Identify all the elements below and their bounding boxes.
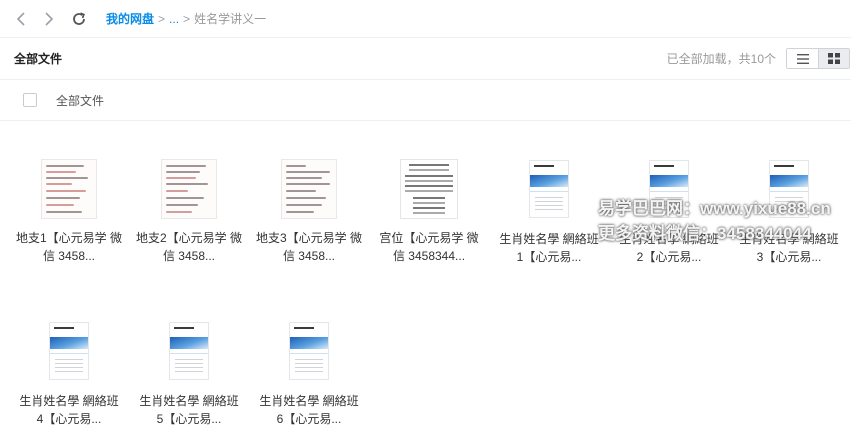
file-tile[interactable]: 生肖姓名學 網絡班 1【心元易... — [495, 157, 603, 266]
view-toggle — [786, 48, 850, 69]
list-view-button[interactable] — [787, 49, 818, 68]
handwritten-thumbnail — [157, 159, 221, 223]
select-all-label: 全部文件 — [56, 93, 105, 108]
header-controls: 已全部加载，共10个 — [667, 48, 851, 69]
slide-thumbnail — [37, 322, 101, 386]
breadcrumb-ellipsis-link[interactable]: ... — [169, 12, 179, 26]
select-all-checkbox[interactable] — [23, 93, 37, 107]
file-tile[interactable]: 宫位【心元易学 微信 3458344... — [375, 157, 483, 265]
breadcrumb-separator: > — [183, 11, 191, 26]
slide-thumbnail — [637, 160, 701, 224]
breadcrumb-separator: > — [158, 11, 166, 26]
file-list-header: 全部文件 已全部加载，共10个 — [0, 38, 851, 80]
handwritten-thumbnail — [37, 159, 101, 223]
file-name: 生肖姓名學 網絡班 1【心元易... — [499, 232, 599, 264]
file-tile[interactable]: 地支2【心元易学 微信 3458... — [135, 157, 243, 265]
slide-thumbnail — [517, 160, 581, 224]
file-grid: 地支1【心元易学 微信 3458... 地支2【心元易学 微信 3458... … — [0, 121, 851, 442]
file-name: 地支3【心元易学 微信 3458... — [255, 231, 362, 263]
file-tile[interactable]: 生肖姓名學 網絡班 6【心元易... — [255, 319, 363, 428]
file-tile[interactable]: 生肖姓名學 網絡班 2【心元易... — [615, 157, 723, 266]
select-all-row: 全部文件 — [0, 80, 851, 121]
file-name: 生肖姓名學 網絡班 4【心元易... — [19, 394, 119, 426]
refresh-button[interactable] — [66, 6, 92, 32]
forward-button[interactable] — [36, 6, 62, 32]
grid-icon — [828, 53, 840, 64]
breadcrumb: 我的网盘 > ... > 姓名学讲义一 — [106, 10, 266, 27]
chevron-right-icon — [45, 11, 54, 26]
breadcrumb-current: 姓名学讲义一 — [194, 12, 267, 26]
file-name: 生肖姓名學 網絡班 2【心元易... — [619, 232, 719, 264]
chevron-left-icon — [16, 11, 25, 26]
file-tile[interactable]: 地支3【心元易学 微信 3458... — [255, 157, 363, 265]
back-button[interactable] — [8, 6, 34, 32]
grid-view-button[interactable] — [818, 49, 849, 68]
file-name: 地支1【心元易学 微信 3458... — [15, 231, 122, 263]
top-navigation-bar: 我的网盘 > ... > 姓名学讲义一 — [0, 0, 851, 38]
file-tile[interactable]: 生肖姓名學 網絡班 5【心元易... — [135, 319, 243, 428]
file-name: 地支2【心元易学 微信 3458... — [135, 231, 242, 263]
file-name: 生肖姓名學 網絡班 5【心元易... — [139, 394, 239, 426]
load-status: 已全部加载，共10个 — [666, 52, 776, 66]
file-name: 生肖姓名學 網絡班 3【心元易... — [739, 232, 839, 264]
slide-thumbnail — [157, 322, 221, 386]
list-icon — [796, 53, 809, 64]
file-tile[interactable]: 生肖姓名學 網絡班 4【心元易... — [15, 319, 123, 428]
page-title: 全部文件 — [14, 52, 63, 66]
handwritten-thumbnail — [277, 159, 341, 223]
refresh-icon — [73, 11, 85, 25]
slide-thumbnail — [277, 322, 341, 386]
file-name: 生肖姓名學 網絡班 6【心元易... — [259, 394, 359, 426]
file-tile[interactable]: 生肖姓名學 網絡班 3【心元易... — [735, 157, 843, 266]
file-tile[interactable]: 地支1【心元易学 微信 3458... — [15, 157, 123, 265]
breadcrumb-root-link[interactable]: 我的网盘 — [106, 10, 154, 27]
slide-thumbnail — [757, 160, 821, 224]
file-name: 宫位【心元易学 微信 3458344... — [379, 231, 479, 263]
document-thumbnail — [397, 159, 461, 223]
